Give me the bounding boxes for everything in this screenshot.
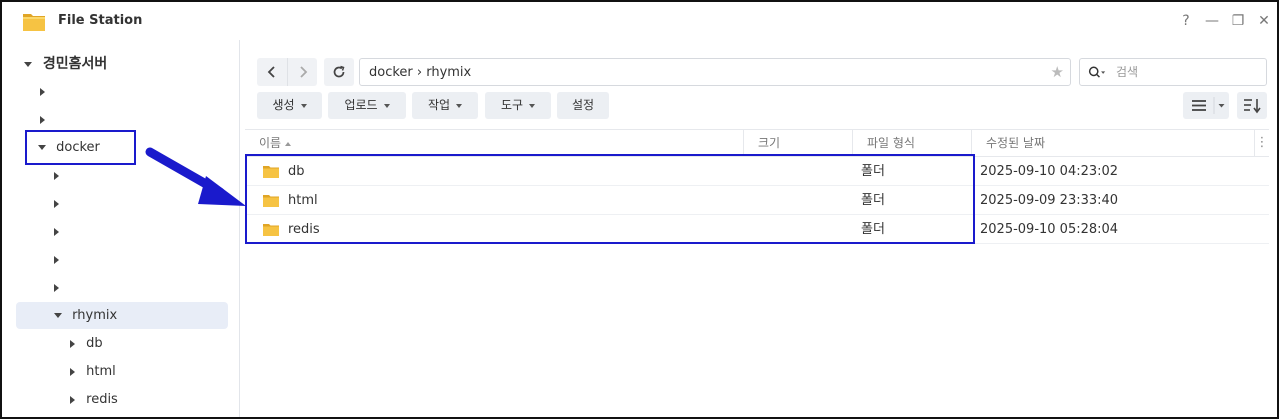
view-mode-button[interactable] bbox=[1183, 92, 1229, 119]
settings-button[interactable]: 설정 bbox=[557, 92, 609, 119]
tree-item-redis[interactable]: redis bbox=[70, 388, 118, 412]
column-modified-label: 수정된 날짜 bbox=[986, 136, 1046, 150]
column-header-size[interactable]: 크기 bbox=[744, 130, 853, 157]
chevron-right-icon bbox=[299, 66, 307, 78]
file-modified: 2025-09-10 05:28:04 bbox=[980, 222, 1119, 237]
path-text: docker › rhymix bbox=[369, 65, 472, 80]
caret-down-icon bbox=[300, 103, 307, 108]
nav-buttons bbox=[257, 58, 317, 86]
create-button-label: 생성 bbox=[272, 98, 295, 112]
expand-down-icon[interactable] bbox=[54, 313, 62, 318]
path-bar[interactable]: docker › rhymix ★ bbox=[359, 58, 1071, 86]
upload-button[interactable]: 업로드 bbox=[328, 92, 406, 119]
column-size-label: 크기 bbox=[758, 136, 781, 150]
tools-button[interactable]: 도구 bbox=[485, 92, 551, 119]
tree-item-collapsed[interactable] bbox=[54, 220, 59, 244]
column-header-name[interactable]: 이름 bbox=[245, 130, 744, 157]
expand-right-icon[interactable] bbox=[54, 255, 59, 264]
window-title: File Station bbox=[58, 13, 143, 28]
file-modified: 2025-09-10 04:23:02 bbox=[980, 164, 1119, 179]
annotation-box-folders bbox=[245, 154, 975, 244]
expand-right-icon[interactable] bbox=[70, 395, 75, 404]
caret-down-icon bbox=[456, 103, 463, 108]
maximize-button[interactable]: ❐ bbox=[1227, 10, 1249, 32]
upload-button-label: 업로드 bbox=[344, 98, 378, 112]
search-icon[interactable] bbox=[1088, 64, 1106, 82]
file-station-window: File Station ? — ❐ ✕ 경민홈서버 docker rhymix… bbox=[0, 0, 1279, 419]
expand-down-icon[interactable] bbox=[24, 61, 32, 67]
expand-right-icon[interactable] bbox=[54, 283, 59, 292]
column-name-label: 이름 bbox=[259, 136, 282, 150]
list-view-icon bbox=[1192, 97, 1225, 114]
column-header-modified[interactable]: 수정된 날짜 bbox=[972, 130, 1255, 157]
tree-item-label: db bbox=[86, 336, 103, 351]
tree-item-db[interactable]: db bbox=[70, 332, 103, 356]
tree-item-label: rhymix bbox=[72, 308, 118, 323]
expand-right-icon[interactable] bbox=[70, 367, 75, 376]
sort-ascending-icon bbox=[285, 141, 292, 146]
expand-right-icon[interactable] bbox=[54, 171, 59, 180]
caret-down-icon bbox=[529, 103, 536, 108]
refresh-button[interactable] bbox=[324, 58, 354, 86]
expand-right-icon[interactable] bbox=[70, 339, 75, 348]
file-modified: 2025-09-09 23:33:40 bbox=[980, 193, 1119, 208]
minimize-button[interactable]: — bbox=[1201, 10, 1223, 32]
tree-item-html[interactable]: html bbox=[70, 360, 116, 384]
sort-button[interactable] bbox=[1237, 92, 1267, 119]
annotation-arrow-icon bbox=[145, 147, 246, 206]
tree-item-collapsed[interactable] bbox=[40, 80, 45, 104]
search-input[interactable] bbox=[1116, 63, 1256, 81]
tree-item-collapsed[interactable] bbox=[54, 276, 59, 300]
expand-right-icon[interactable] bbox=[54, 227, 59, 236]
tree-item-collapsed[interactable] bbox=[54, 248, 59, 272]
tree-item-label: 경민홈서버 bbox=[42, 56, 108, 72]
expand-right-icon[interactable] bbox=[40, 115, 45, 124]
action-button-label: 작업 bbox=[427, 98, 451, 112]
table-header: 이름 크기 파일 형식 수정된 날짜 ⋮ bbox=[245, 129, 1269, 157]
expand-right-icon[interactable] bbox=[54, 199, 59, 208]
sort-icon bbox=[1244, 99, 1261, 114]
caret-down-icon bbox=[383, 103, 390, 108]
title-bar: File Station ? — ❐ ✕ bbox=[2, 2, 1277, 40]
tree-item-collapsed[interactable] bbox=[40, 108, 45, 132]
tree-item-label: html bbox=[86, 364, 116, 379]
action-button[interactable]: 작업 bbox=[412, 92, 478, 119]
tree-item-root[interactable]: 경민홈서버 bbox=[24, 52, 107, 76]
column-type-label: 파일 형식 bbox=[867, 136, 915, 150]
create-button[interactable]: 생성 bbox=[257, 92, 322, 119]
column-header-type[interactable]: 파일 형식 bbox=[853, 130, 972, 157]
sidebar-tree: 경민홈서버 docker rhymix db html redis bbox=[2, 40, 240, 417]
settings-button-label: 설정 bbox=[571, 98, 595, 112]
help-button[interactable]: ? bbox=[1175, 10, 1197, 32]
forward-button[interactable] bbox=[287, 58, 317, 86]
tree-item-rhymix[interactable]: rhymix bbox=[16, 302, 228, 329]
tools-button-label: 도구 bbox=[500, 98, 524, 112]
refresh-icon bbox=[333, 65, 345, 78]
column-options-icon[interactable]: ⋮ bbox=[1255, 130, 1269, 157]
star-icon[interactable]: ★ bbox=[1051, 63, 1064, 81]
chevron-left-icon bbox=[267, 66, 275, 78]
tree-item-collapsed[interactable] bbox=[54, 164, 59, 188]
expand-right-icon[interactable] bbox=[40, 87, 45, 96]
annotation-box-docker bbox=[25, 130, 136, 165]
close-button[interactable]: ✕ bbox=[1253, 10, 1275, 32]
tree-item-collapsed[interactable] bbox=[54, 192, 59, 216]
search-box[interactable] bbox=[1079, 58, 1267, 86]
file-station-app-icon bbox=[23, 14, 45, 31]
back-button[interactable] bbox=[257, 58, 287, 86]
tree-item-label: redis bbox=[86, 392, 118, 407]
